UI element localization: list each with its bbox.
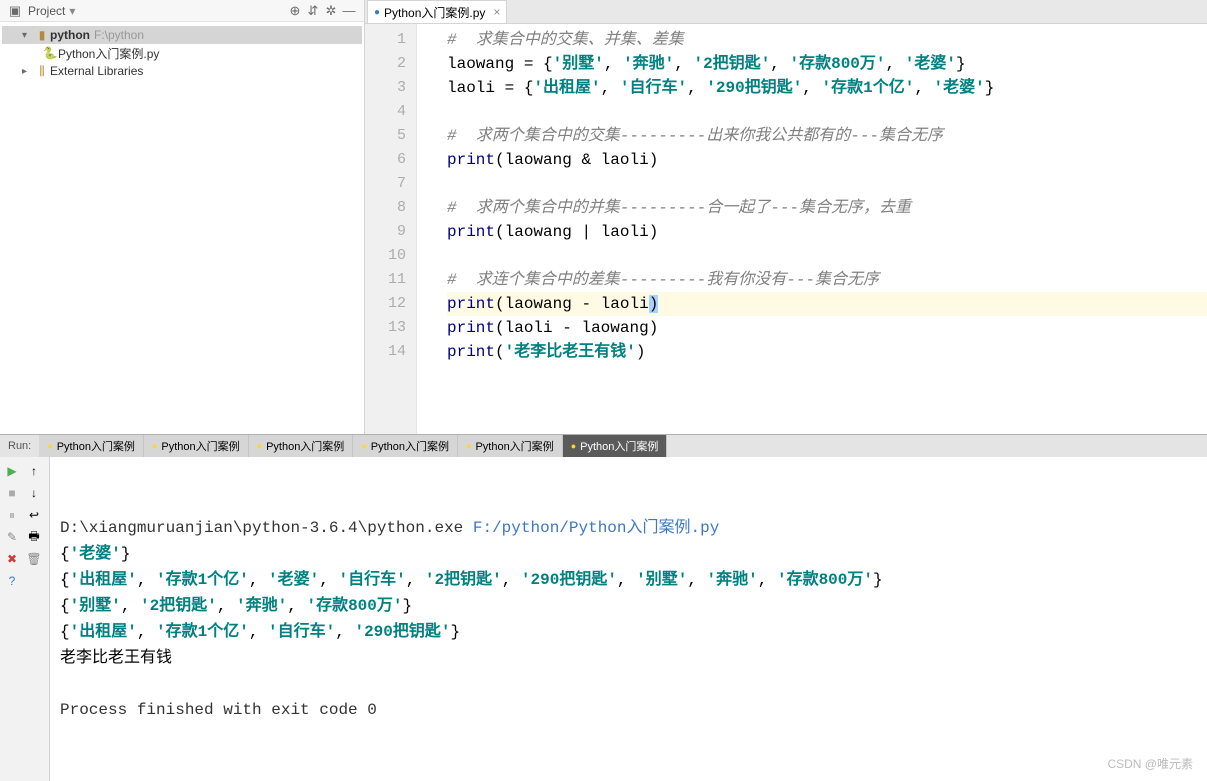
run-sidebar: ▶ ↑ ■ ↓ ⏸ ↩ ✎ 🖶 ✖ 🗑 ? [0,457,50,781]
editor-tabs: ● Python入门案例.py × [365,0,1207,24]
python-icon: ● [466,441,471,451]
project-header: ▣ Project ▾ ⊕ ⇵ ✲ — [0,0,364,22]
close-tab-icon[interactable]: × [493,5,500,19]
python-icon: ● [361,441,366,451]
run-tab[interactable]: ●Python入门案例 [249,435,354,457]
print-icon[interactable]: 🖶 [24,527,44,547]
code-editor[interactable]: 1234567891011121314 # 求集合中的交集、并集、差集laowa… [365,24,1207,434]
settings-icon[interactable]: ✎ [2,527,22,547]
project-panel: ▣ Project ▾ ⊕ ⇵ ✲ — ▾ ▮ python F:\python… [0,0,365,434]
run-tab[interactable]: ●Python入门案例 [353,435,458,457]
tree-root-path: F:\python [90,28,144,42]
python-icon: ● [571,441,576,451]
python-file-icon: ● [374,7,380,18]
collapse-icon[interactable]: ⇵ [304,3,322,19]
run-panel: Run: ●Python入门案例●Python入门案例●Python入门案例●P… [0,434,1207,669]
line-gutter: 1234567891011121314 [365,24,417,434]
python-icon: ● [257,441,262,451]
folder-icon: ▮ [34,28,50,42]
run-output[interactable]: D:\xiangmuruanjian\python-3.6.4\python.e… [50,457,1207,781]
chevron-right-icon[interactable]: ▸ [22,66,34,77]
project-tree[interactable]: ▾ ▮ python F:\python 🐍 Python入门案例.py ▸ ⫼… [0,22,364,84]
python-file-icon: 🐍 [42,46,58,60]
project-dropdown[interactable]: ▾ [65,4,79,18]
code-lines[interactable]: # 求集合中的交集、并集、差集laowang = {'别墅', '奔驰', '2… [417,24,1207,434]
project-icon: ▣ [6,3,24,19]
rerun-icon[interactable]: ▶ [2,461,22,481]
editor-area: ● Python入门案例.py × 1234567891011121314 # … [365,0,1207,434]
tree-root-name: python [50,28,90,42]
pause-icon[interactable]: ⏸ [2,505,22,525]
library-icon: ⫼ [34,64,50,79]
chevron-down-icon[interactable]: ▾ [22,30,34,41]
tree-external-label: External Libraries [50,64,143,78]
run-tab[interactable]: ●Python入门案例 [458,435,563,457]
run-tab[interactable]: ●Python入门案例 [39,435,144,457]
tree-file-name: Python入门案例.py [58,45,159,62]
step-up-icon[interactable]: ↑ [24,461,44,481]
help-icon[interactable]: ? [2,571,22,591]
close-icon[interactable]: ✖ [2,549,22,569]
python-icon: ● [152,441,157,451]
run-tab[interactable]: ●Python入门案例 [144,435,249,457]
run-label: Run: [0,440,39,452]
hide-icon[interactable]: — [340,3,358,18]
editor-tab-label: Python入门案例.py [384,4,485,21]
run-tab[interactable]: ●Python入门案例 [563,435,668,457]
gear-icon[interactable]: ✲ [322,3,340,19]
stop-icon[interactable]: ■ [2,483,22,503]
tree-external-libs[interactable]: ▸ ⫼ External Libraries [2,62,362,80]
step-down-icon[interactable]: ↓ [24,483,44,503]
wrap-icon[interactable]: ↩ [24,505,44,525]
locate-icon[interactable]: ⊕ [286,3,304,19]
tree-root[interactable]: ▾ ▮ python F:\python [2,26,362,44]
run-tab-bar: Run: ●Python入门案例●Python入门案例●Python入门案例●P… [0,435,1207,457]
trash-icon[interactable]: 🗑 [24,549,44,569]
editor-tab-active[interactable]: ● Python入门案例.py × [367,0,507,23]
tree-file[interactable]: 🐍 Python入门案例.py [2,44,362,62]
project-label: Project [24,4,65,18]
watermark: CSDN @唯元素 [1107,751,1193,777]
python-icon: ● [47,441,52,451]
